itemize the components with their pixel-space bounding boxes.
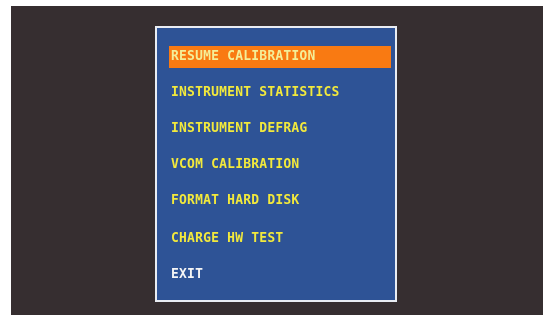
- menu-item-exit[interactable]: EXIT: [169, 264, 391, 286]
- menu-item-charge-hw-test[interactable]: CHARGE HW TEST: [169, 228, 391, 250]
- menu-item-format-hard-disk[interactable]: FORMAT HARD DISK: [169, 190, 391, 212]
- menu-item-resume-calibration[interactable]: RESUME CALIBRATION: [169, 46, 391, 68]
- menu-item-instrument-statistics[interactable]: INSTRUMENT STATISTICS: [169, 82, 391, 104]
- device-screen: RESUME CALIBRATION INSTRUMENT STATISTICS…: [11, 6, 543, 315]
- service-menu-panel: RESUME CALIBRATION INSTRUMENT STATISTICS…: [155, 26, 397, 302]
- menu-item-vcom-calibration[interactable]: VCOM CALIBRATION: [169, 154, 391, 176]
- menu-item-instrument-defrag[interactable]: INSTRUMENT DEFRAG: [169, 118, 391, 140]
